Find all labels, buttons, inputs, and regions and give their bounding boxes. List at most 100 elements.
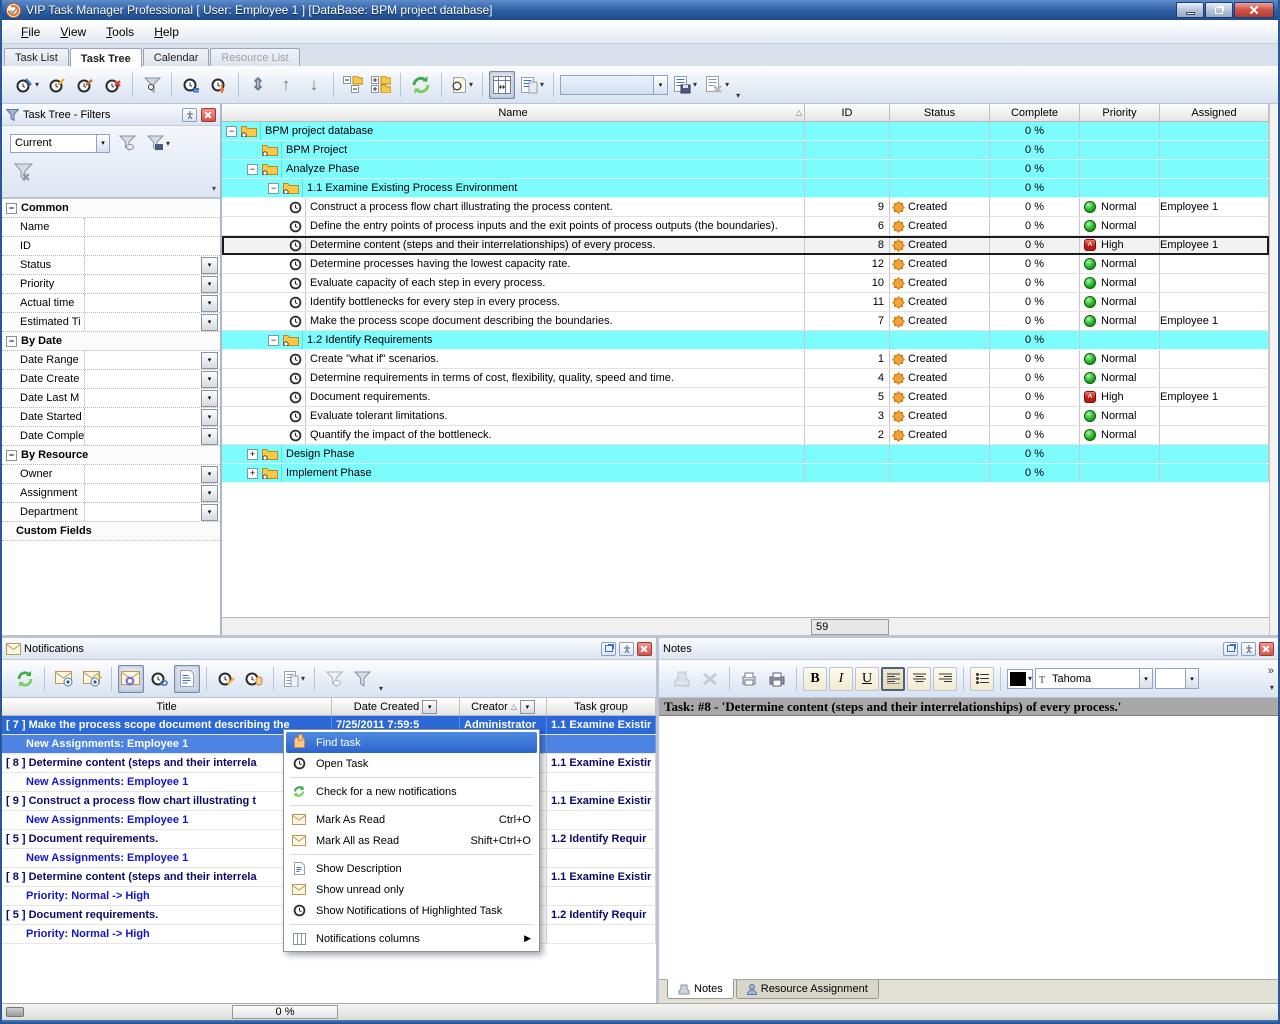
customize-filter-button[interactable] (321, 665, 347, 693)
menu-item-mark-as-read[interactable]: Mark As ReadCtrl+O (286, 809, 537, 830)
tree-expander[interactable]: + (247, 468, 258, 479)
chevron-down-icon[interactable]: ▾ (201, 390, 218, 407)
check-notifications-button[interactable] (12, 665, 38, 693)
chevron-down-icon[interactable]: ▾ (201, 257, 218, 274)
tree-task-row[interactable]: Make the process scope document describi… (222, 312, 1269, 331)
toolbar-more-icon[interactable]: » (1268, 665, 1274, 677)
tree-group-row[interactable]: +Design Phase0 % (222, 445, 1269, 464)
show-unread-toggle[interactable] (118, 665, 144, 693)
filter-field-value[interactable] (84, 351, 201, 369)
italic-button[interactable]: I (829, 667, 853, 691)
tab-task-list[interactable]: Task List (4, 48, 69, 66)
underline-button[interactable]: U (855, 667, 879, 691)
column-header-status[interactable]: Status (890, 104, 990, 121)
tree-expander[interactable]: − (247, 164, 258, 175)
chevron-down-icon[interactable]: ▾ (201, 504, 218, 521)
column-header-task-group[interactable]: Task group (547, 698, 656, 715)
delete-note-button[interactable] (697, 665, 723, 693)
tab-task-tree[interactable]: Task Tree (70, 48, 142, 67)
filter-field-value[interactable] (84, 218, 220, 236)
filter-group-by-resource[interactable]: −By Resource (2, 446, 220, 465)
filter-notifications-button[interactable] (349, 665, 375, 693)
report-combo[interactable]: ▾ (560, 75, 668, 95)
tree-task-row[interactable]: Document requirements.5Created0 %^HighEm… (222, 388, 1269, 407)
mark-as-read-button[interactable] (51, 665, 77, 693)
tree-expander[interactable]: − (268, 335, 279, 346)
sort-button[interactable]: ⇕ (245, 71, 271, 99)
tree-expander[interactable]: − (226, 126, 237, 137)
tree-task-row[interactable]: Identify bottlenecks for every step in e… (222, 293, 1269, 312)
filter-field-value[interactable] (84, 275, 201, 293)
close-panel-button[interactable] (637, 642, 652, 656)
collapse-icon[interactable]: − (6, 203, 17, 214)
tab-notes[interactable]: Notes (667, 979, 734, 999)
note-editor[interactable] (659, 716, 1278, 979)
menu-item-show-unread-only[interactable]: Show unread only (286, 879, 537, 900)
tree-task-row[interactable]: Determine content (steps and their inter… (222, 236, 1269, 255)
minimize-button[interactable] (1176, 2, 1204, 18)
tree-task-row[interactable]: Evaluate capacity of each step in every … (222, 274, 1269, 293)
toolbar-overflow-icon[interactable]: ▾ (1270, 683, 1274, 692)
toolbar-overflow-icon[interactable]: ▾ (379, 684, 383, 693)
pin-button[interactable] (182, 108, 197, 122)
menu-item-mark-all-as-read[interactable]: Mark All as ReadShift+Ctrl+O (286, 830, 537, 851)
pin-button[interactable] (619, 642, 634, 656)
tree-group-row[interactable]: −BPM project database0 % (222, 122, 1269, 141)
toolbar-overflow-icon[interactable]: ▾ (736, 91, 740, 100)
tab-resource-list[interactable]: Resource List (210, 48, 299, 66)
filter-group-common[interactable]: −Common (2, 199, 220, 218)
filter-group-custom-fields[interactable]: Custom Fields (2, 522, 220, 541)
expand-all-button[interactable] (368, 71, 394, 99)
chevron-down-icon[interactable]: ▾ (201, 295, 218, 312)
column-header-creator[interactable]: Creator△▾ (460, 698, 547, 715)
task-link-button[interactable] (146, 665, 172, 693)
column-header-title[interactable]: Title (2, 698, 332, 715)
edit-task-button[interactable] (213, 665, 239, 693)
tree-task-row[interactable]: Construct a process flow chart illustrat… (222, 198, 1269, 217)
font-size-combo[interactable]: ▾ (1155, 668, 1199, 689)
align-left-button[interactable] (881, 667, 905, 691)
save-filter-button[interactable]: ▾ (144, 131, 173, 155)
notifications-columns-button[interactable]: ▾ (280, 665, 308, 693)
menu-item-show-description[interactable]: Show Description (286, 858, 537, 879)
find-task-button[interactable] (241, 665, 267, 693)
menu-view[interactable]: View (51, 22, 95, 42)
align-right-button[interactable] (933, 667, 957, 691)
column-header-name[interactable]: Name△ (222, 104, 805, 121)
menu-help[interactable]: Help (145, 22, 188, 42)
bold-button[interactable]: B (803, 667, 827, 691)
chevron-down-icon[interactable]: ▾ (201, 409, 218, 426)
chevron-down-icon[interactable]: ▾ (422, 700, 437, 714)
filter-field-value[interactable] (84, 465, 201, 483)
save-note-button[interactable] (669, 665, 695, 693)
show-description-toggle[interactable] (174, 665, 200, 693)
column-header-complete[interactable]: Complete (990, 104, 1080, 121)
filter-field-value[interactable] (84, 256, 201, 274)
filter-preset-combo[interactable]: Current▾ (10, 134, 110, 153)
tree-task-row[interactable]: Define the entry points of process input… (222, 217, 1269, 236)
menu-tools[interactable]: Tools (97, 22, 143, 42)
chevron-down-icon[interactable]: ▾ (201, 466, 218, 483)
column-header-priority[interactable]: Priority (1080, 104, 1160, 121)
filter-field-value[interactable] (84, 370, 201, 388)
close-panel-button[interactable] (1259, 642, 1274, 656)
menu-item-open-task[interactable]: Open Task (286, 753, 537, 774)
duplicate-task-button[interactable] (72, 71, 98, 99)
save-view-button[interactable]: ▾ (670, 71, 700, 99)
edit-task-button[interactable] (44, 71, 70, 99)
filter-field-value[interactable] (84, 237, 220, 255)
chevron-down-icon[interactable]: ▾ (201, 485, 218, 502)
filter-button[interactable] (139, 71, 165, 99)
tab-calendar[interactable]: Calendar (143, 48, 210, 66)
chevron-down-icon[interactable]: ▾ (201, 428, 218, 445)
print-button[interactable] (764, 665, 790, 693)
filter-field-value[interactable] (84, 294, 201, 312)
filter-field-value[interactable] (84, 484, 201, 502)
filters-overflow-icon[interactable]: ▾ (212, 184, 216, 193)
restore-button[interactable] (1205, 2, 1233, 18)
column-header-id[interactable]: ID (805, 104, 890, 121)
tree-expander[interactable]: + (247, 449, 258, 460)
delete-view-button[interactable]: ▾ (702, 71, 732, 99)
menu-item-find-task[interactable]: Find task (286, 732, 537, 753)
move-task-button[interactable] (206, 71, 232, 99)
